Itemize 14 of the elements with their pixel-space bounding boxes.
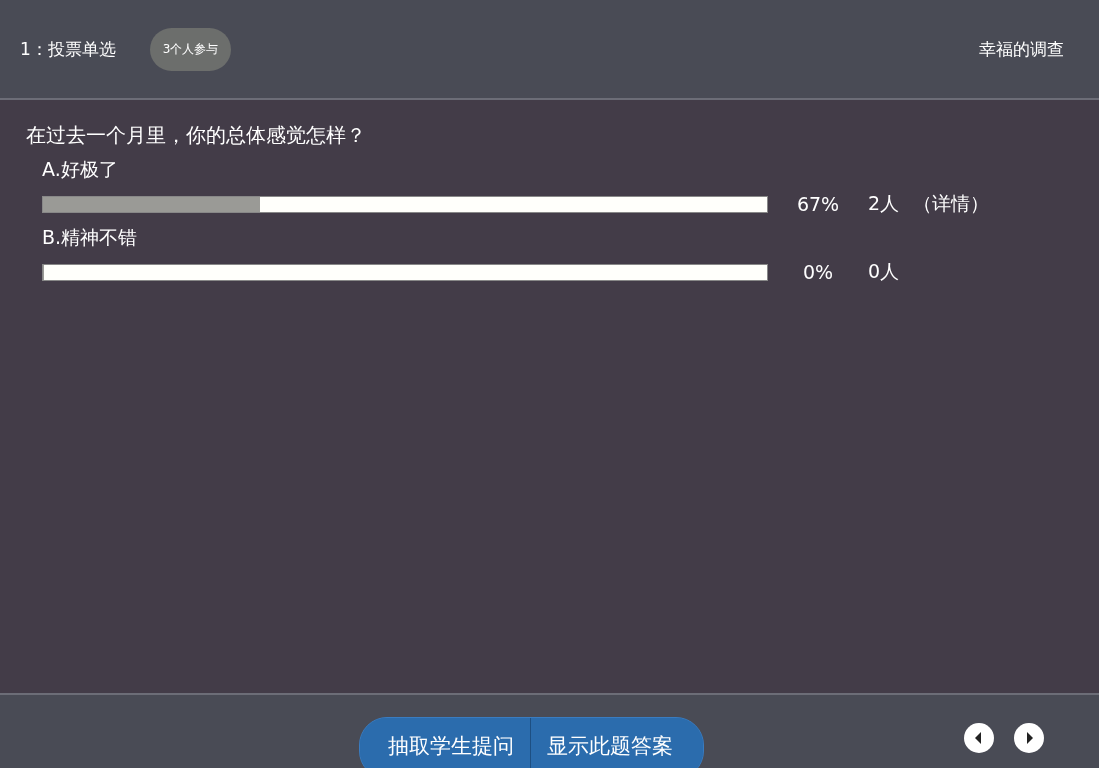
percent-text: 0% (801, 261, 835, 283)
survey-title: 幸福的调查 (979, 37, 1064, 61)
previous-button[interactable] (964, 723, 994, 753)
count-text: 0人 (868, 259, 900, 284)
details-link[interactable]: （详情） (913, 191, 990, 217)
participants-badge: 3个人参与 (149, 27, 232, 71)
option-label: A.好极了 (42, 157, 119, 182)
question-type: 1：投票单选 (20, 37, 116, 61)
percent-text: 67% (795, 193, 841, 215)
question-text: 在过去一个月里，你的总体感觉怎样？ (26, 122, 367, 149)
count-text: 2人 (868, 191, 900, 216)
option-label: B.精神不错 (42, 225, 139, 250)
action-button[interactable]: 显示此题答案 (530, 718, 703, 768)
next-button[interactable] (1014, 723, 1044, 753)
